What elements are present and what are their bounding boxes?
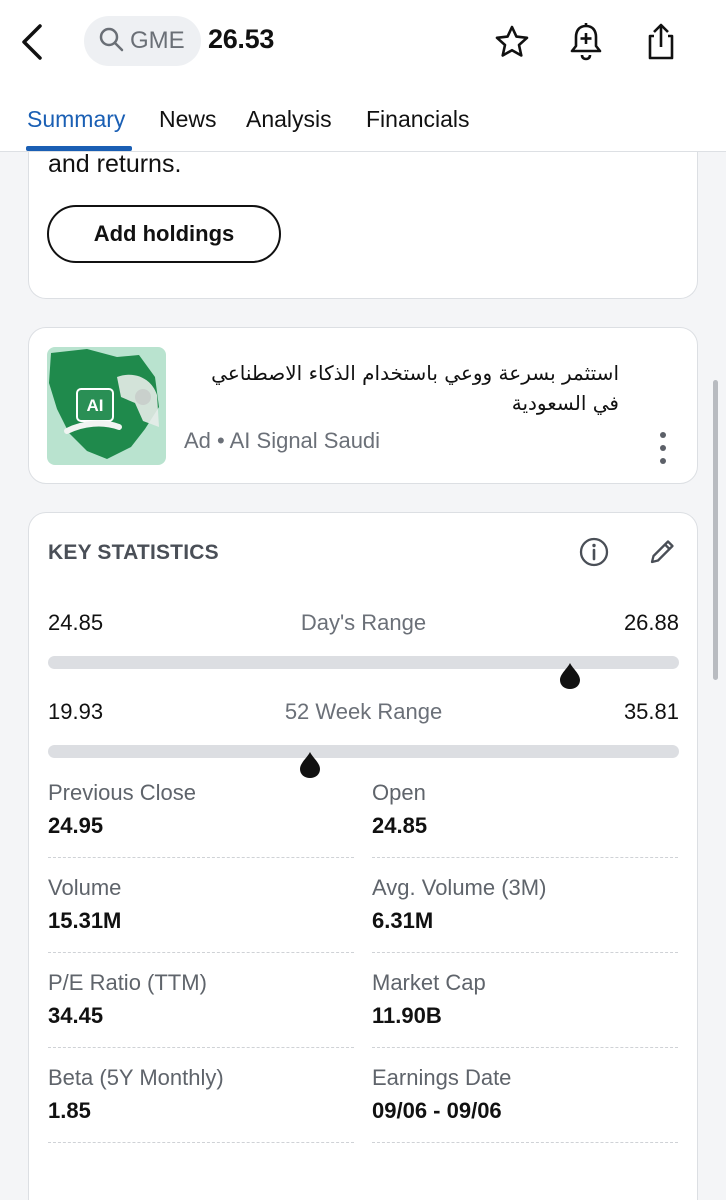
stat-value: 11.90B <box>372 1003 442 1028</box>
stat-label: Avg. Volume (3M) <box>372 875 547 900</box>
tab-analysis[interactable]: Analysis <box>246 106 332 147</box>
edit-pencil-icon[interactable] <box>645 535 679 569</box>
ad-sponsor-label: Ad • AI Signal Saudi <box>184 428 381 453</box>
add-alert-bell-icon[interactable] <box>566 20 606 64</box>
stat-label: P/E Ratio (TTM) <box>48 970 207 995</box>
app-header: GME 26.53 Summary News Analysis Financia… <box>0 0 726 152</box>
stat-market-cap: Market Cap 11.90B <box>372 954 678 1048</box>
key-statistics-title: KEY STATISTICS <box>48 541 219 564</box>
week52-range-high: 35.81 <box>623 699 679 724</box>
stat-label: Open <box>372 780 426 805</box>
week52-range-row: 19.93 52 Week Range 35.81 <box>48 699 679 729</box>
stat-label: Market Cap <box>372 970 486 995</box>
stat-value: 09/06 - 09/06 <box>372 1098 502 1123</box>
ticker-symbol: GME <box>130 27 185 54</box>
days-range-track <box>48 656 679 689</box>
tab-news[interactable]: News <box>159 106 217 147</box>
active-tab-indicator <box>26 146 132 151</box>
stat-label: Volume <box>48 875 122 900</box>
info-icon[interactable] <box>577 535 611 569</box>
tab-financials[interactable]: Financials <box>366 106 470 147</box>
stat-value: 24.95 <box>48 813 104 838</box>
key-statistics-card: KEY STATISTICS 24.85 Day's Range 26.88 1… <box>28 512 698 1200</box>
ad-headline[interactable]: استثمر بسرعة ووعي باستخدام الذكاء الاصطن… <box>179 358 619 418</box>
holdings-description: and returns. <box>48 150 182 178</box>
stat-value: 15.31M <box>48 908 122 933</box>
share-icon[interactable] <box>641 20 681 64</box>
more-options-icon[interactable] <box>651 428 675 468</box>
stat-volume: Volume 15.31M <box>48 859 354 953</box>
current-price: 26.53 <box>208 24 275 54</box>
stat-label: Earnings Date <box>372 1065 512 1090</box>
ticker-search-pill[interactable]: GME <box>84 16 201 66</box>
stat-previous-close: Previous Close 24.95 <box>48 764 354 858</box>
stat-earnings-date: Earnings Date 09/06 - 09/06 <box>372 1049 678 1143</box>
days-range-row: 24.85 Day's Range 26.88 <box>48 610 679 640</box>
ad-image[interactable]: AI <box>47 347 166 465</box>
stat-open: Open 24.85 <box>372 764 678 858</box>
stat-value: 34.45 <box>48 1003 104 1028</box>
tab-summary[interactable]: Summary <box>27 106 125 147</box>
add-holdings-button[interactable]: Add holdings <box>47 205 281 263</box>
week52-range-track <box>48 745 679 778</box>
stat-beta: Beta (5Y Monthly) 1.85 <box>48 1049 354 1143</box>
days-range-marker <box>560 663 581 689</box>
stat-value: 24.85 <box>372 813 428 838</box>
stat-value: 6.31M <box>372 908 434 933</box>
days-range-label: Day's Range <box>300 610 427 635</box>
stat-pe-ratio: P/E Ratio (TTM) 34.45 <box>48 954 354 1048</box>
stat-label: Previous Close <box>48 780 196 805</box>
tab-bar: Summary News Analysis Financials <box>0 100 726 152</box>
stat-avg-volume: Avg. Volume (3M) 6.31M <box>372 859 678 953</box>
scrollbar[interactable] <box>713 380 718 680</box>
ad-card[interactable]: AI استثمر بسرعة ووعي باستخدام الذكاء الا… <box>28 327 698 484</box>
week52-range-label: 52 Week Range <box>284 699 443 724</box>
back-arrow-icon[interactable] <box>14 22 54 62</box>
days-range-high: 26.88 <box>623 610 679 635</box>
star-icon[interactable] <box>492 20 532 64</box>
ad-image-text: AI <box>87 396 104 415</box>
stat-label: Beta (5Y Monthly) <box>48 1065 224 1090</box>
stat-value: 1.85 <box>48 1098 91 1123</box>
search-icon <box>98 26 124 57</box>
